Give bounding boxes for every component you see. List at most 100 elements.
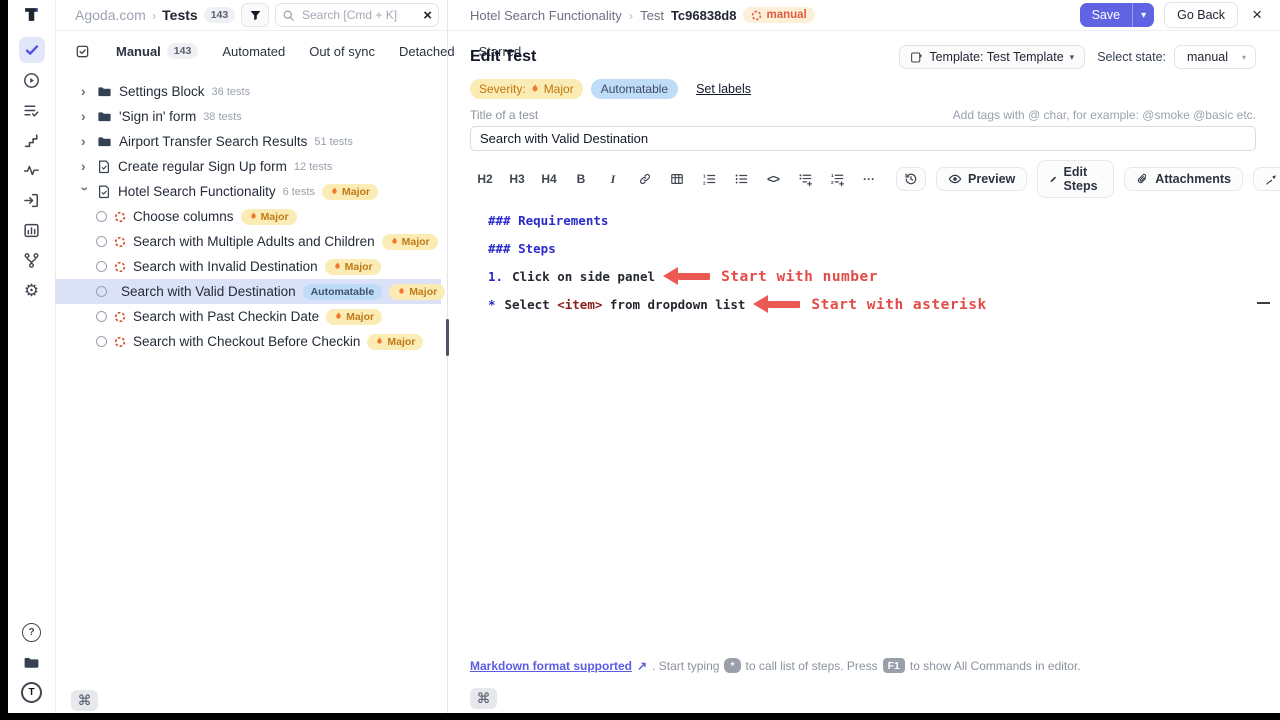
markdown-help-link[interactable]: Markdown format supported xyxy=(470,659,632,673)
bold-button[interactable]: B xyxy=(566,168,596,191)
rail-item-pulse[interactable] xyxy=(19,157,45,183)
breadcrumb-project[interactable]: Agoda.com xyxy=(75,7,146,23)
external-link-icon[interactable]: ↗ xyxy=(637,659,647,673)
folder-icon xyxy=(97,109,112,124)
flame-icon xyxy=(334,311,343,322)
automatable-badge[interactable]: Automatable xyxy=(591,79,678,99)
rail-item-import[interactable] xyxy=(19,187,45,213)
tree-suite[interactable]: › Create regular Sign Up form 12 tests xyxy=(55,154,441,179)
test-prefix: Test xyxy=(640,8,664,23)
rail-item-brand[interactable]: T xyxy=(19,679,45,705)
save-button[interactable]: Save xyxy=(1080,3,1133,27)
breadcrumb-suite[interactable]: Hotel Search Functionality xyxy=(470,8,622,23)
test-title-input[interactable] xyxy=(470,126,1256,151)
state-select[interactable]: manual ▾ xyxy=(1174,45,1256,69)
help-icon: ? xyxy=(22,623,41,642)
rail-item-steps[interactable] xyxy=(19,127,45,153)
set-labels-link[interactable]: Set labels xyxy=(696,82,751,96)
heading3-button[interactable]: H3 xyxy=(502,168,532,191)
search-input[interactable] xyxy=(300,7,418,23)
brand-circle-icon: T xyxy=(21,682,42,703)
preview-button[interactable]: Preview xyxy=(936,167,1027,191)
bullet-list-button[interactable] xyxy=(726,168,756,191)
placeholder-token: <item> xyxy=(557,297,602,312)
severity-badge: Major xyxy=(325,259,381,275)
chevron-right-icon[interactable]: › xyxy=(81,133,90,149)
tree-test[interactable]: Search with Multiple Adults and Children… xyxy=(55,229,441,254)
add-bullet-step-button[interactable] xyxy=(790,168,820,191)
rail-item-help[interactable]: ? xyxy=(19,619,45,645)
severity-badge[interactable]: Severity: Major xyxy=(470,79,583,99)
draw-button[interactable]: Draw xyxy=(1253,167,1280,191)
severity-badge: Major xyxy=(326,309,382,325)
scrollbar-thumb[interactable] xyxy=(1257,302,1270,304)
heading2-button[interactable]: H2 xyxy=(470,168,500,191)
chevron-down-icon[interactable]: › xyxy=(78,186,94,195)
tree-folder[interactable]: › 'Sign in' form 38 tests xyxy=(55,104,441,129)
document-icon xyxy=(97,184,111,199)
code-button[interactable]: <> xyxy=(758,168,788,191)
ordered-list-button[interactable]: 12 xyxy=(694,168,724,191)
tree-folder[interactable]: › Settings Block 36 tests xyxy=(55,79,441,104)
template-dropdown[interactable]: Template: Test Template ▾ xyxy=(899,45,1085,69)
search-box: × xyxy=(275,3,439,27)
template-icon xyxy=(910,51,923,64)
save-dropdown-button[interactable]: ▾ xyxy=(1132,3,1154,27)
filter-button[interactable] xyxy=(241,3,269,27)
tree-test-selected[interactable]: Search with Valid Destination Automatabl… xyxy=(55,279,441,304)
flame-icon xyxy=(530,83,540,95)
rail-item-reports[interactable] xyxy=(19,217,45,243)
chevron-right-icon[interactable]: › xyxy=(81,108,90,124)
asterisk-key-badge: * xyxy=(724,658,740,673)
import-icon xyxy=(23,192,40,209)
go-back-button[interactable]: Go Back xyxy=(1164,2,1238,28)
tab-manual[interactable]: Manual 143 xyxy=(116,43,198,59)
bar-chart-icon xyxy=(23,222,40,239)
test-id[interactable]: Tc96838d8 xyxy=(671,8,737,23)
italic-button[interactable]: I xyxy=(598,168,628,191)
rail-item-settings[interactable]: ⚙ xyxy=(19,277,45,303)
history-icon xyxy=(904,172,918,186)
funnel-icon xyxy=(249,9,262,22)
edit-steps-button[interactable]: Edit Steps xyxy=(1037,160,1114,198)
test-tree: › Settings Block 36 tests › 'Sign in' fo… xyxy=(55,71,447,679)
markdown-editor[interactable]: ### Requirements ### Steps 1. Click on s… xyxy=(470,214,1256,658)
severity-badge: Major xyxy=(367,334,423,350)
rail-item-tests[interactable] xyxy=(19,37,45,63)
left-panel: Agoda.com › Tests 143 × Manual 143 Autom… xyxy=(55,0,448,713)
close-icon[interactable]: × xyxy=(1248,5,1266,25)
rail-item-plans[interactable] xyxy=(19,97,45,123)
history-button[interactable] xyxy=(896,167,926,191)
rail-item-projects[interactable] xyxy=(19,649,45,675)
heading4-button[interactable]: H4 xyxy=(534,168,564,191)
list-check-icon xyxy=(23,102,40,119)
tab-out-of-sync[interactable]: Out of sync xyxy=(309,44,375,59)
tab-detached[interactable]: Detached xyxy=(399,44,455,59)
brand-logo-icon[interactable] xyxy=(23,6,40,23)
play-circle-icon xyxy=(23,72,40,89)
svg-text:2: 2 xyxy=(830,179,833,184)
chevron-right-icon[interactable]: › xyxy=(81,83,90,99)
select-all-button[interactable] xyxy=(75,44,90,59)
svg-text:2: 2 xyxy=(703,180,706,186)
add-numbered-step-button[interactable]: 12 xyxy=(822,168,852,191)
tree-folder[interactable]: › Airport Transfer Search Results 51 tes… xyxy=(55,129,441,154)
table-button[interactable] xyxy=(662,168,692,191)
breadcrumb-section[interactable]: Tests xyxy=(162,7,198,23)
clear-search-icon[interactable]: × xyxy=(423,8,432,23)
attachments-button[interactable]: Attachments xyxy=(1124,167,1243,191)
table-icon xyxy=(670,172,684,186)
more-formatting-button[interactable]: ··· xyxy=(854,168,884,191)
tree-test[interactable]: Search with Checkout Before Checkin Majo… xyxy=(55,329,441,354)
rail-item-runs[interactable] xyxy=(19,67,45,93)
link-button[interactable] xyxy=(630,168,660,191)
tab-automated[interactable]: Automated xyxy=(222,44,285,59)
folder-icon xyxy=(23,654,40,671)
tree-suite-expanded[interactable]: › Hotel Search Functionality 6 tests Maj… xyxy=(55,179,441,204)
tree-test[interactable]: Search with Past Checkin Date Major xyxy=(55,304,441,329)
tree-test[interactable]: Search with Invalid Destination Major xyxy=(55,254,441,279)
flame-icon xyxy=(397,286,406,297)
tree-test[interactable]: Choose columns Major xyxy=(55,204,441,229)
chevron-right-icon[interactable]: › xyxy=(81,158,90,174)
rail-item-branches[interactable] xyxy=(19,247,45,273)
